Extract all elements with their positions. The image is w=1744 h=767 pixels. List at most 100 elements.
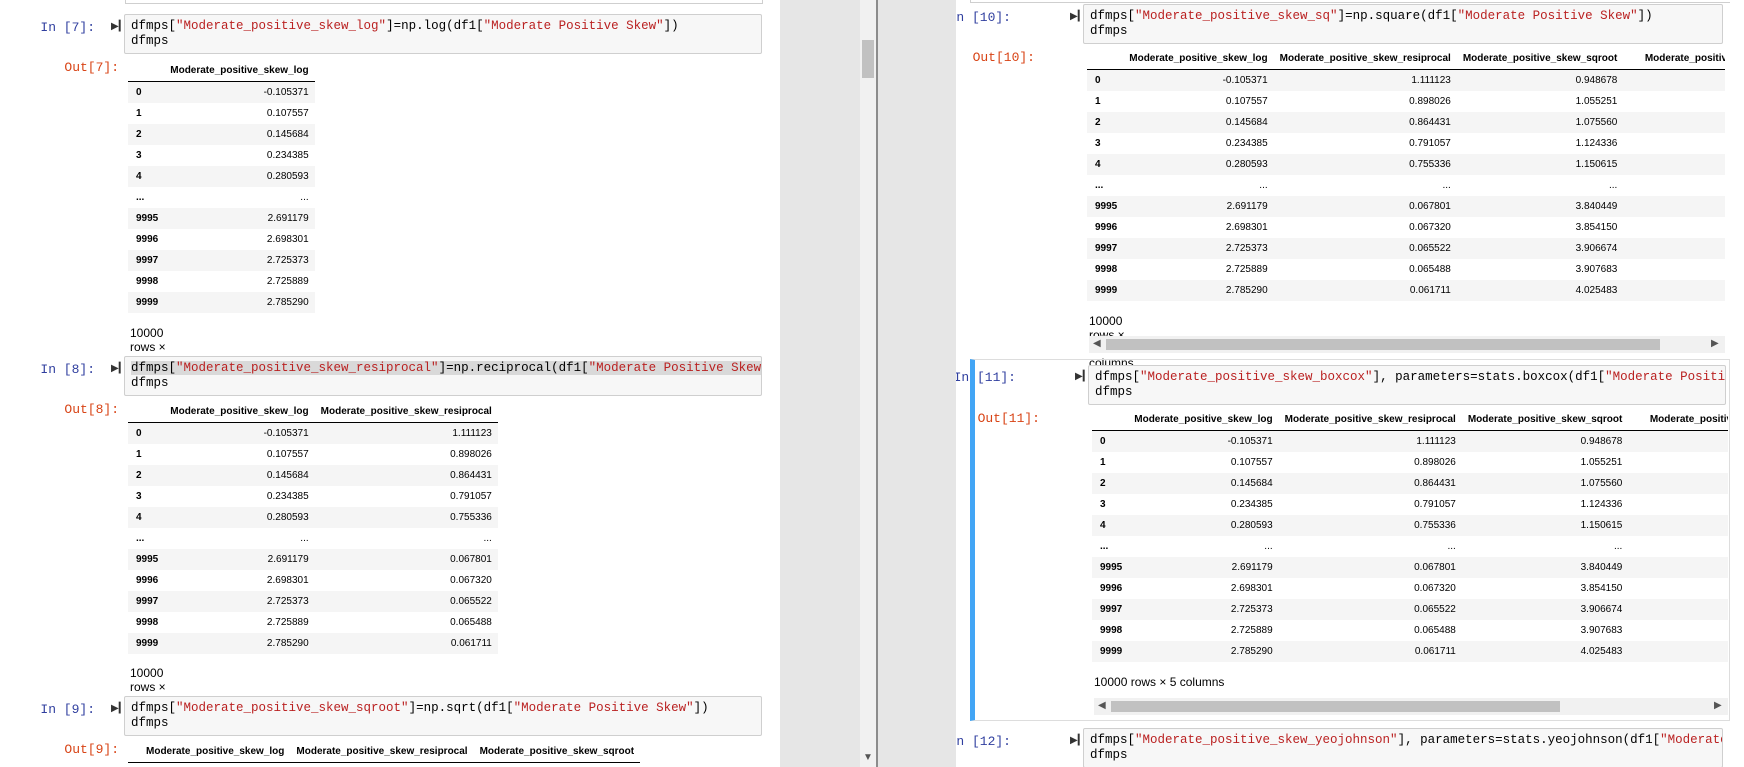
table-cell: 220. xyxy=(1623,217,1725,238)
table-row: ...... xyxy=(128,187,315,208)
scrollbar-thumb[interactable] xyxy=(1106,339,1660,350)
table-cell: 1.075560 xyxy=(1580,478,1623,489)
in-prompt-10: In [10]: xyxy=(956,10,1011,25)
table-cell: ... xyxy=(1259,180,1268,191)
table-cell: ... xyxy=(483,533,492,544)
output-horizontal-scrollbar[interactable]: ◀ ▶ xyxy=(1089,336,1725,353)
table-cell: 0.065522 xyxy=(450,596,492,607)
table-cell: 0.065488 xyxy=(1414,625,1456,636)
table-cell: 220. xyxy=(1628,578,1728,599)
code-input-9[interactable]: dfmps["Moderate_positive_skew_sqroot"]=n… xyxy=(124,696,762,736)
table-cell: 2.691179 xyxy=(1226,201,1268,212)
table-cell: 2.785290 xyxy=(1230,646,1273,657)
row-index: 3 xyxy=(1095,138,1101,149)
dataframe-output-7: Moderate_positive_skew_log 0 -0.105371 1 0.1… xyxy=(128,59,315,313)
row-index: 0 xyxy=(136,87,142,98)
row-index: 3 xyxy=(1100,499,1106,510)
index-header xyxy=(128,59,165,82)
table-row: 3 0.234385 0.791057 1.124336 1. xyxy=(1087,133,1725,154)
table-cell: 0.898026 xyxy=(450,449,492,460)
table-cell: 0.065522 xyxy=(1414,604,1456,615)
dataframe-scroll-area-11: Moderate_positive_skew_log Moderate_posit… xyxy=(1092,408,1728,668)
row-index: 1 xyxy=(1095,96,1101,107)
scroll-right-arrow-icon[interactable]: ▶ xyxy=(1711,338,1719,349)
table-cell: 0.280593 xyxy=(1225,159,1268,170)
index-header xyxy=(128,740,140,763)
table-cell: 0.067801 xyxy=(1409,201,1451,212)
table-row: 2 0.145684 0.864431 1.075560 1. xyxy=(1092,473,1728,494)
table-cell: 3.906674 xyxy=(1575,243,1618,254)
in-prompt-8: In [8]: xyxy=(40,362,95,377)
table-cell: 0.234385 xyxy=(266,491,309,502)
row-index: ... xyxy=(136,533,145,544)
table-cell: 217. xyxy=(1623,196,1725,217)
table-cell: 2.698301 xyxy=(266,575,309,586)
table-cell: 3.907683 xyxy=(1580,625,1623,636)
code-input-8[interactable]: dfmps["Moderate_positive_skew_resiprocal… xyxy=(124,356,762,396)
scrollbar-thumb[interactable] xyxy=(1111,701,1560,712)
table-cell: 262. xyxy=(1623,280,1725,301)
table-row: 3 0.234385 xyxy=(128,145,315,166)
table-cell: 0.145684 xyxy=(266,129,309,140)
table-cell: 0.067320 xyxy=(450,575,492,586)
column-header: Moderate_positive_skew_resiprocal xyxy=(1278,408,1462,431)
row-index: 4 xyxy=(1100,520,1106,531)
scrollbar-thumb[interactable] xyxy=(862,40,874,78)
table-cell: ... xyxy=(1614,541,1623,552)
code-input-10[interactable]: dfmps["Moderate_positive_skew_sq"]=np.sq… xyxy=(1083,4,1723,44)
notebook-cell-11-selected[interactable]: In [11]: ▶▎ dfmps["Moderate_positive_ske… xyxy=(956,359,1730,721)
table-cell: 0. xyxy=(1623,70,1725,92)
table-row: 2 0.145684 0.864431 xyxy=(128,465,498,486)
table-cell: -0.105371 xyxy=(1222,75,1268,86)
table-cell: 2.725373 xyxy=(1225,243,1268,254)
dataframe-shape-11: 10000 rows × 5 columns xyxy=(1094,675,1225,689)
table-row: 9998 2.725889 xyxy=(128,271,315,292)
table-cell: 0.948678 xyxy=(1580,436,1623,447)
table-row: 0 -0.105371 1.111123 xyxy=(128,422,498,444)
table-row: 9999 2.785290 xyxy=(128,292,315,313)
table-cell: 2.691179 xyxy=(267,213,309,224)
table-cell: 1. xyxy=(1623,91,1725,112)
table-cell: 2.785290 xyxy=(266,297,309,308)
table-cell: 0.234385 xyxy=(266,150,309,161)
output-horizontal-scrollbar[interactable]: ◀ ▶ xyxy=(1094,698,1728,715)
index-header xyxy=(1092,408,1129,431)
table-cell: 0.067320 xyxy=(1414,583,1456,594)
scroll-left-arrow-icon[interactable]: ◀ xyxy=(1098,700,1106,711)
scroll-right-arrow-icon[interactable]: ▶ xyxy=(1714,700,1722,711)
table-row: 1 0.107557 xyxy=(128,103,315,124)
row-index: 4 xyxy=(1095,159,1101,170)
code-input-11[interactable]: dfmps["Moderate_positive_skew_boxcox"], … xyxy=(1088,365,1726,405)
table-cell: 0.864431 xyxy=(1409,117,1451,128)
table-row: 4 0.280593 0.755336 1.150615 1. xyxy=(1092,515,1728,536)
table-cell: 1.124336 xyxy=(1580,499,1623,510)
row-index: 9995 xyxy=(136,213,159,224)
table-cell: 0.280593 xyxy=(1230,520,1273,531)
table-cell: 0.145684 xyxy=(266,470,309,481)
table-row: 9997 2.725373 0.065522 3.906674 232. xyxy=(1087,238,1725,259)
table-cell: 1. xyxy=(1623,133,1725,154)
code-input-12[interactable]: dfmps["Moderate_positive_skew_yeojohnson… xyxy=(1083,728,1723,767)
scroll-left-arrow-icon[interactable]: ◀ xyxy=(1093,338,1101,349)
table-cell: 0.280593 xyxy=(266,171,309,182)
table-cell: 2.698301 xyxy=(266,234,309,245)
column-header: Moderate_positive_skew_resiprocal xyxy=(1273,47,1457,70)
in-prompt-9: In [9]: xyxy=(40,702,95,717)
row-index: 9995 xyxy=(136,554,159,565)
left-pane-scrollbar[interactable]: ▼ xyxy=(860,0,876,767)
column-header: Moderate_positive_skew_sqroot xyxy=(1461,408,1629,431)
table-cell: ... xyxy=(1442,180,1451,191)
code-input-7[interactable]: dfmps["Moderate_positive_skew_log"]=np.l… xyxy=(124,14,762,54)
table-cell: 1.111123 xyxy=(1416,436,1456,447)
row-index: 2 xyxy=(136,470,142,481)
column-header: Moderate_positive_skew_log xyxy=(164,59,315,82)
table-row: 9998 2.725889 0.065488 3.907683 233. xyxy=(1092,620,1728,641)
row-index: 9996 xyxy=(1100,583,1123,594)
row-index: 2 xyxy=(1100,478,1106,489)
table-cell: 4.025483 xyxy=(1575,285,1618,296)
table-row: 9996 2.698301 0.067320 3.854150 220. xyxy=(1092,578,1728,599)
column-header: Moderate_positive_skew_sqroot xyxy=(1456,47,1624,70)
table-row: 9997 2.725373 0.065522 xyxy=(128,591,498,612)
scroll-down-arrow-icon[interactable]: ▼ xyxy=(863,752,873,763)
row-index: 9999 xyxy=(136,638,159,649)
